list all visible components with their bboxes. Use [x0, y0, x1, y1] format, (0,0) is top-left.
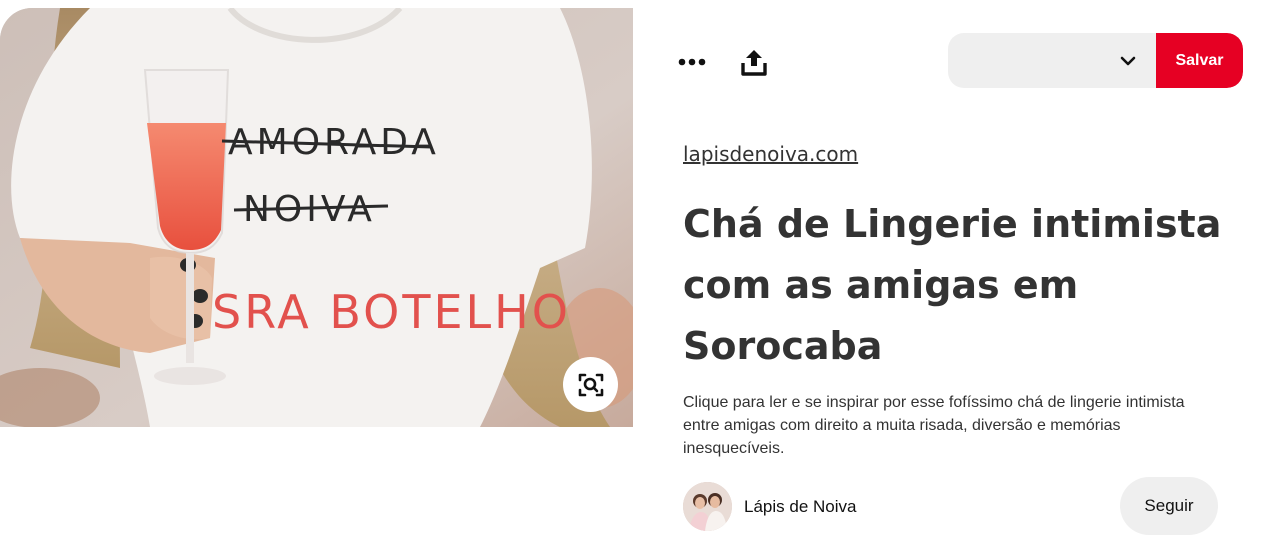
pin-description: Clique para ler e se inspirar por esse f… — [683, 394, 1185, 457]
follow-button[interactable]: Seguir — [1120, 477, 1218, 535]
share-button[interactable] — [730, 38, 778, 86]
creator-profile[interactable]: Lápis de Noiva — [683, 482, 856, 531]
creator-name[interactable]: Lápis de Noiva — [744, 497, 856, 517]
pin-action-bar — [668, 38, 778, 86]
visual-search-button[interactable] — [563, 357, 618, 412]
chevron-down-icon[interactable] — [1118, 51, 1138, 71]
pin-title: Chá de Lingerie intimista com as amigas … — [683, 202, 1222, 368]
share-upload-icon — [741, 50, 767, 76]
shirt-text-line-3: SRA BOTELHO — [212, 285, 571, 339]
avatar[interactable] — [683, 482, 732, 531]
ellipsis-icon — [678, 58, 706, 66]
more-options-button[interactable] — [668, 38, 716, 86]
board-selector[interactable]: Salvar — [948, 33, 1243, 88]
save-button[interactable]: Salvar — [1156, 33, 1243, 88]
source-link[interactable]: lapisdenoiva.com — [683, 142, 858, 166]
visual-search-icon — [578, 373, 603, 396]
pin-image[interactable]: AMORADA NOIVA SRA BOTELHO — [0, 8, 633, 427]
pin-closeup-card: AMORADA NOIVA SRA BOTELHO Salvar lapisde… — [0, 8, 1266, 558]
